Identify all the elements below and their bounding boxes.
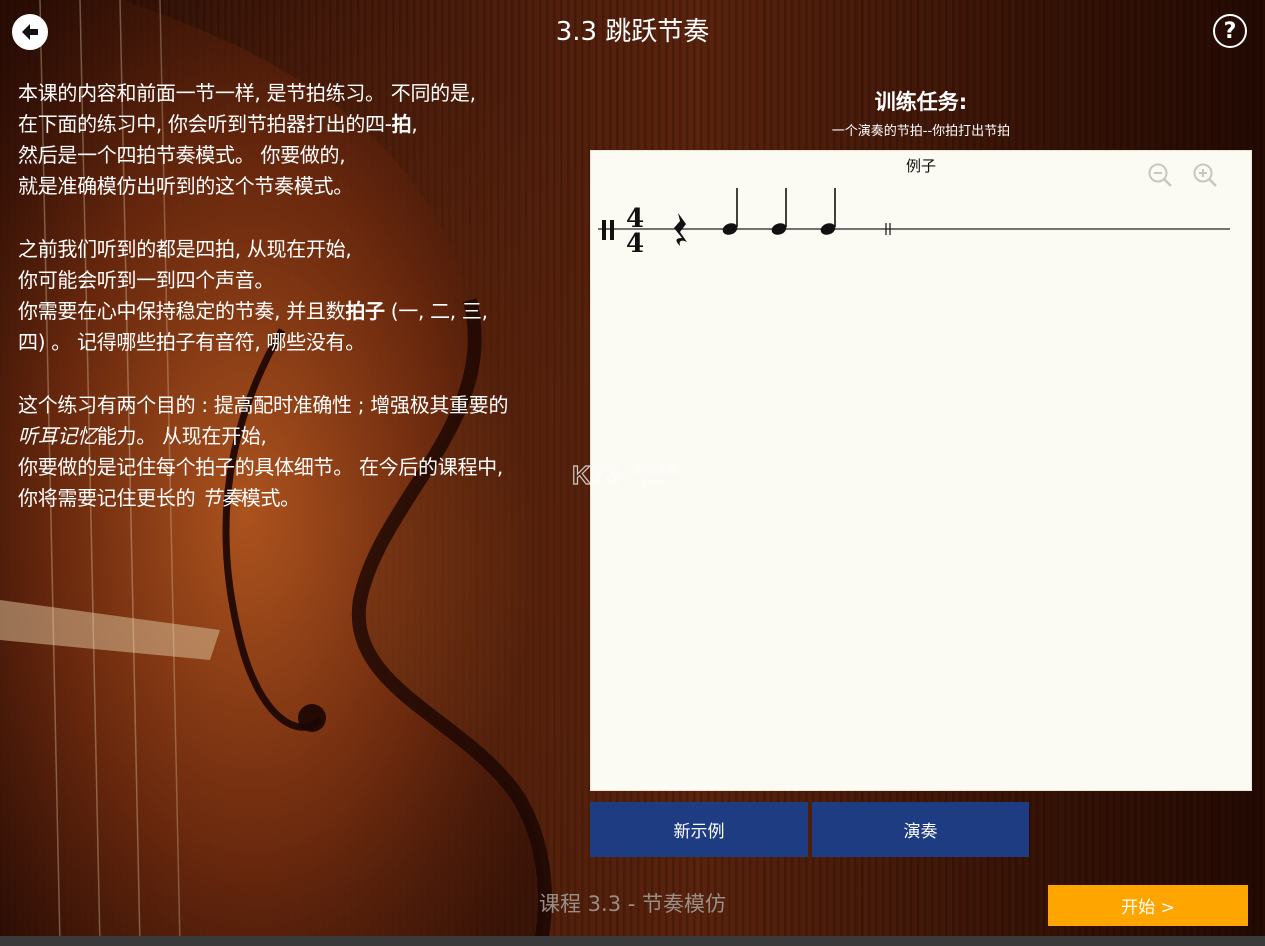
- lesson-line: 在下面的练习中, 你会听到节拍器打出的四-拍,: [18, 109, 583, 140]
- lesson-text: 本课的内容和前面一节一样, 是节拍练习。 不同的是, 在下面的练习中, 你会听到…: [18, 78, 583, 546]
- percussion-clef: [610, 220, 614, 240]
- lesson-italic-text: 节奏: [201, 486, 241, 510]
- rhythm-staff: 4 4: [598, 188, 1230, 259]
- lesson-bold-text: 拍子: [345, 299, 385, 323]
- lesson-line: 你要做的是记住每个拍子的具体细节。 在今后的课程中,: [18, 455, 503, 479]
- svg-text:.com: .com: [638, 476, 665, 489]
- time-signature-bottom: 4: [626, 229, 644, 259]
- question-mark-icon: ?: [1223, 18, 1237, 44]
- percussion-clef: [602, 220, 606, 240]
- lesson-line: 你将需要记住更长的 节奏模式。: [18, 483, 583, 514]
- lesson-line: 你需要在心中保持稳定的节奏, 并且数拍子 (一, 二, 三,: [18, 296, 583, 327]
- lesson-line: 你可能会听到一到四个声音。: [18, 268, 275, 292]
- lesson-text-span: 在下面的练习中, 你会听到节拍器打出的四-: [18, 112, 392, 136]
- lesson-paragraph-3: 这个练习有两个目的 : 提高配时准确性 ; 增强极其重要的 听耳记忆能力。 从现…: [18, 390, 583, 514]
- app-window: 3.3 跳跃节奏 ? 本课的内容和前面一节一样, 是节拍练习。 不同的是, 在下…: [0, 0, 1265, 946]
- page-title: 3.3 跳跃节奏: [555, 17, 710, 47]
- help-button[interactable]: ?: [1213, 14, 1247, 48]
- quarter-note: [820, 188, 836, 235]
- lesson-paragraph-1: 本课的内容和前面一节一样, 是节拍练习。 不同的是, 在下面的练习中, 你会听到…: [18, 78, 583, 202]
- bottom-bar: [0, 936, 1265, 946]
- task-subtitle: 一个演奏的节拍--你拍打出节拍: [831, 124, 1011, 139]
- task-title: 训练任务:: [874, 90, 968, 114]
- lesson-text-span: 能力。 从现在开始,: [96, 424, 267, 448]
- lesson-line: 四) 。 记得哪些拍子有音符, 哪些没有。: [18, 330, 365, 354]
- lesson-italic-text: 听耳记忆: [18, 424, 97, 448]
- lesson-line: 就是准确模仿出听到的这个节奏模式。: [18, 174, 353, 198]
- lesson-paragraph-2: 之前我们听到的都是四拍, 从现在开始, 你可能会听到一到四个声音。 你需要在心中…: [18, 234, 583, 358]
- lesson-line: 然后是一个四拍节奏模式。 你要做的,: [18, 143, 346, 167]
- lesson-text-span: 你将需要记住更长的: [18, 486, 202, 510]
- lesson-line: 听耳记忆能力。 从现在开始,: [18, 421, 583, 452]
- quarter-note: [771, 188, 787, 235]
- new-example-button[interactable]: 新示例: [590, 802, 808, 857]
- lesson-line: 本课的内容和前面一节一样, 是节拍练习。 不同的是,: [18, 81, 476, 105]
- lesson-text-span: 你需要在心中保持稳定的节奏, 并且数: [18, 299, 346, 323]
- lesson-text-span: (一, 二, 三,: [384, 299, 488, 323]
- lesson-line: 之前我们听到的都是四拍, 从现在开始,: [18, 237, 352, 261]
- play-button[interactable]: 演奏: [812, 802, 1029, 857]
- svg-text:游戏之家: 游戏之家: [634, 463, 678, 477]
- start-button[interactable]: 开始 >: [1048, 885, 1248, 926]
- lesson-text-span: 模式。: [240, 486, 300, 510]
- lesson-text-span: ,: [411, 112, 418, 136]
- quarter-note: [722, 188, 738, 235]
- k73-watermark-logo: K73 游戏之家 .com: [572, 459, 678, 490]
- lesson-bold-text: 拍: [391, 112, 412, 136]
- svg-text:K73: K73: [572, 460, 620, 490]
- lesson-line: 这个练习有两个目的 : 提高配时准确性 ; 增强极其重要的: [18, 393, 509, 417]
